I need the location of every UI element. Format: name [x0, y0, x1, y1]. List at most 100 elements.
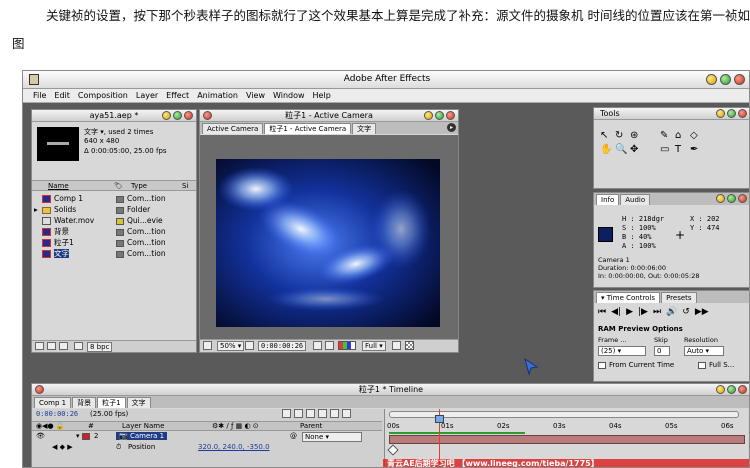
project-row-bg[interactable]: 背景 Com...tion [32, 226, 196, 237]
selection-tool-icon[interactable]: ↖ [600, 130, 615, 141]
brush-tool-icon[interactable]: ✎ [660, 130, 675, 141]
menu-file[interactable]: File [33, 91, 46, 100]
menu-layer[interactable]: Layer [136, 91, 158, 100]
menu-window[interactable]: Window [273, 91, 305, 100]
draft-3d-icon[interactable] [294, 409, 303, 418]
tab-audio[interactable]: Audio [620, 194, 651, 205]
text-tool-icon[interactable]: T [675, 144, 690, 155]
maximize-button[interactable] [720, 74, 731, 85]
keyframe-icon[interactable] [387, 444, 399, 456]
menu-help[interactable]: Help [313, 91, 331, 100]
tab-text[interactable]: 文字 [352, 123, 377, 134]
close-button[interactable] [734, 74, 745, 85]
project-row-particle[interactable]: 粒子1 Com...tion [32, 237, 196, 248]
tab-active-camera[interactable]: Active Camera [202, 123, 264, 134]
tab-presets[interactable]: Presets [661, 292, 697, 303]
project-row-water[interactable]: Water.mov Qui...evie [32, 215, 196, 226]
tab-bg[interactable]: 背景 [72, 397, 97, 408]
snapshot-icon[interactable] [313, 341, 322, 350]
timeline-close-button[interactable] [738, 385, 747, 394]
column-layer-name[interactable]: Layer Name [122, 422, 164, 430]
layer-row-camera[interactable]: 👁 ▾ 2 📷 Camera 1 @ None ▾ [32, 432, 382, 442]
graph-editor-icon[interactable] [342, 409, 351, 418]
find-icon[interactable] [35, 342, 44, 350]
trash-icon[interactable] [74, 342, 83, 350]
clone-stamp-icon[interactable]: ⌂ [675, 130, 690, 141]
column-name[interactable]: Name [48, 182, 69, 190]
info-close-button[interactable] [738, 194, 747, 203]
column-parent[interactable]: Parent [300, 422, 322, 430]
tab-info[interactable]: Info [596, 194, 620, 205]
rotate-tool-icon[interactable]: ↻ [615, 130, 630, 141]
menu-composition[interactable]: Composition [78, 91, 128, 100]
play-icon[interactable]: ▶ [626, 307, 633, 317]
comp-preview-image[interactable] [216, 159, 440, 327]
frame-blending-icon[interactable] [318, 409, 327, 418]
comp-close-button[interactable] [446, 111, 455, 120]
region-of-interest-icon[interactable] [392, 341, 401, 350]
ram-preview-icon[interactable]: ▶▶ [695, 307, 709, 317]
parent-pickwhip-icon[interactable]: @ [290, 432, 297, 440]
project-row-text[interactable]: 文字 Com...tion [32, 248, 196, 259]
motion-blur-icon[interactable] [330, 409, 339, 418]
expand-arrow-icon[interactable]: ▾ [76, 432, 80, 440]
show-snapshot-icon[interactable] [325, 341, 334, 350]
zoom-tool-icon[interactable]: 🔍 [615, 144, 630, 155]
tab-text-comp[interactable]: 文字 [126, 397, 151, 408]
column-type[interactable]: Type [131, 182, 147, 190]
menu-edit[interactable]: Edit [54, 91, 70, 100]
minimize-button[interactable] [706, 74, 717, 85]
tab-particle[interactable]: 粒子1 [97, 397, 126, 408]
tools-close-button[interactable] [738, 109, 747, 118]
tab-time-controls[interactable]: ▾ Time Controls [596, 292, 661, 303]
hand-tool-icon[interactable]: ✋ [600, 144, 615, 155]
tab-particle-active-camera[interactable]: 粒子1 - Active Camera [264, 123, 352, 134]
eraser-tool-icon[interactable]: ◇ [690, 130, 705, 141]
position-value[interactable]: 320.0, 240.0, -350.0 [198, 443, 270, 451]
resolution-dropdown[interactable]: Full ▾ [362, 341, 386, 351]
from-current-time-checkbox[interactable] [598, 361, 606, 369]
pen-tool-icon[interactable]: ✒ [690, 144, 705, 155]
layer-label-color[interactable] [82, 433, 90, 440]
full-screen-checkbox[interactable] [698, 361, 706, 369]
resolution-select[interactable]: Auto ▾ [684, 346, 724, 356]
safe-zones-icon[interactable] [245, 341, 254, 350]
project-row-comp1[interactable]: Comp 1 Com...tion [32, 193, 196, 204]
first-frame-icon[interactable]: ⏮ [598, 307, 606, 317]
skip-input[interactable]: 0 [654, 346, 670, 356]
prev-frame-icon[interactable]: ◀| [611, 307, 621, 317]
project-close-button[interactable] [184, 111, 193, 120]
property-row-position[interactable]: ◀ ◆ ▶ ⏱ Position 320.0, 240.0, -350.0 [32, 443, 382, 453]
mask-tool-icon[interactable]: ▭ [660, 144, 675, 155]
transparency-grid-icon[interactable] [405, 341, 414, 350]
playhead-handle[interactable] [435, 415, 444, 423]
loop-icon[interactable]: ↺ [682, 307, 690, 317]
shy-layers-icon[interactable] [306, 409, 315, 418]
parent-select[interactable]: None ▾ [302, 432, 362, 442]
menu-effect[interactable]: Effect [166, 91, 189, 100]
new-folder-icon[interactable] [47, 342, 56, 350]
tab-comp1[interactable]: Comp 1 [34, 397, 72, 408]
menu-animation[interactable]: Animation [197, 91, 238, 100]
stopwatch-icon[interactable]: ⏱ [116, 443, 121, 452]
layer-name[interactable]: 📷 Camera 1 [116, 432, 168, 440]
next-frame-icon[interactable]: |▶ [638, 307, 648, 317]
always-preview-icon[interactable] [203, 341, 212, 350]
timeline-timecode[interactable]: 0:00:00:26 [36, 410, 78, 418]
last-frame-icon[interactable]: ⏭ [653, 307, 661, 317]
visibility-icon[interactable]: 👁 [36, 432, 45, 440]
tab-menu-icon[interactable]: ▸ [447, 123, 456, 132]
comp-flowchart-icon[interactable] [282, 409, 291, 418]
audio-icon[interactable]: 🔊 [666, 307, 677, 317]
work-area-bar[interactable] [389, 432, 525, 434]
frame-rate-select[interactable]: (25) ▾ [598, 346, 646, 356]
layer-duration-bar[interactable] [389, 435, 745, 444]
bpc-button[interactable]: 8 bpc [87, 342, 113, 352]
keyframe-nav-icon[interactable]: ◀ ◆ ▶ [52, 443, 73, 451]
orbit-camera-icon[interactable]: ⊛ [630, 130, 645, 141]
zoom-dropdown[interactable]: 50% ▾ [217, 341, 245, 351]
new-comp-icon[interactable] [59, 342, 68, 350]
menu-view[interactable]: View [246, 91, 265, 100]
track-xy-icon[interactable]: ✥ [630, 144, 645, 155]
column-size[interactable]: Si [182, 182, 188, 190]
